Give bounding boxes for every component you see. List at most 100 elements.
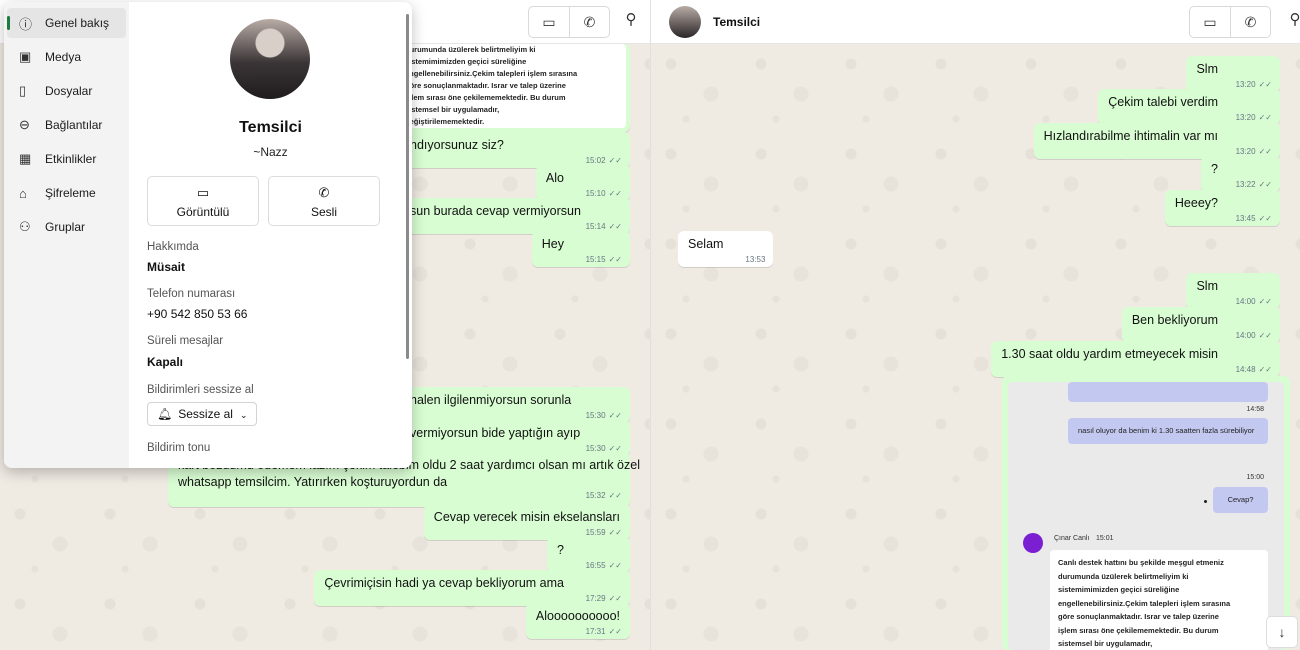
message-bubble[interactable]: sun burada cevap vermiyorsun 15:14 ✓✓ — [400, 198, 630, 234]
agent-line: sistemsel bir uygulamadır, — [1058, 639, 1153, 648]
message-bubble[interactable]: Hızlandırabilme ihtimalin var mı 13:20 ✓✓ — [1033, 123, 1280, 159]
info-icon: ⓘ — [19, 16, 33, 32]
voice-call-button[interactable]: ✆ Sesli — [268, 176, 380, 226]
mute-label: Bildirimleri sessize al — [147, 384, 254, 396]
contact-avatar[interactable] — [669, 6, 701, 38]
message-text: Aloooooooooo! — [535, 609, 620, 623]
video-call-icon[interactable]: ▭ — [529, 7, 569, 37]
bell-icon: 🔔︎ — [157, 407, 173, 421]
double-check-icon: ✓✓ — [1258, 365, 1272, 374]
message-text: Selam — [688, 237, 724, 251]
message-text: Cevap verecek misin ekselansları — [433, 510, 620, 524]
double-check-icon: ✓✓ — [1258, 147, 1272, 156]
nav-item-encryption[interactable]: ⌂ Şifreleme — [7, 178, 126, 208]
agent-time: 15:01 — [1096, 535, 1114, 542]
agent-name: Çınar Canlı — [1054, 535, 1090, 542]
search-icon[interactable]: ⚲ — [1284, 10, 1300, 28]
message-time: 15:10 — [585, 189, 606, 198]
message-bubble[interactable]: halen ilgilenmiyorsun sorunla 15:30 ✓✓ — [400, 387, 630, 423]
message-bubble[interactable]: Ben bekliyorum 14:00 ✓✓ — [1121, 307, 1280, 343]
left-call-buttons: ▭ ✆ — [528, 6, 610, 38]
message-text: Çekim talebi verdim — [1108, 95, 1218, 109]
message-time: 15:14 — [585, 222, 606, 231]
image-message[interactable]: 14:58 nasıl oluyor da benim ki 1.30 saat… — [1002, 376, 1290, 650]
disappearing-label: Süreli mesajlar — [147, 335, 224, 347]
disappearing-value[interactable]: Kapalı — [147, 355, 183, 369]
nav-item-links[interactable]: ⊖ Bağlantılar — [7, 110, 126, 140]
message-text: Ben bekliyorum — [1131, 313, 1218, 327]
image-icon: ▣ — [19, 49, 32, 64]
incoming-message-bubble[interactable]: Selam 13:53 — [678, 231, 774, 267]
message-text: Alo — [545, 171, 564, 185]
double-check-icon: ✓✓ — [1258, 80, 1272, 89]
message-text: Heeey? — [1174, 196, 1218, 210]
message-time: 15:32 — [585, 491, 606, 500]
video-call-icon[interactable]: ▭ — [1190, 7, 1230, 37]
nav-label: Dosyalar — [45, 84, 93, 98]
shot-line: değiştirilememektedir. — [405, 117, 485, 126]
double-check-icon: ✓✓ — [608, 594, 622, 603]
voice-call-icon[interactable]: ✆ — [1230, 7, 1270, 37]
video-icon: ▭ — [196, 185, 210, 200]
message-bubble[interactable]: ? 13:22 ✓✓ — [1201, 156, 1280, 192]
calendar-icon: ▦ — [19, 151, 32, 166]
nav-item-events[interactable]: ▦ Etkinlikler — [7, 144, 126, 174]
nav-item-overview[interactable]: ⓘ Genel bakış — [7, 8, 126, 38]
message-time: 14:00 — [1235, 297, 1256, 306]
message-time: 15:15 — [585, 255, 606, 264]
message-bubble[interactable]: Aloooooooooo! 17:31 ✓✓ — [525, 603, 630, 639]
double-check-icon: ✓✓ — [608, 156, 622, 165]
message-text: Çevrimiçisin hadi ya cevap bekliyorum am… — [324, 576, 564, 590]
bullet-dot — [1204, 500, 1207, 503]
message-time: 14:48 — [1235, 365, 1256, 374]
message-bubble[interactable]: Slm 13:20 ✓✓ — [1186, 56, 1280, 92]
phone-value[interactable]: +90 542 850 53 66 — [147, 307, 247, 321]
nav-item-media[interactable]: ▣ Medya — [7, 42, 126, 72]
video-call-button[interactable]: ▭ Görüntülü — [147, 176, 259, 226]
message-bubble[interactable]: Slm 14:00 ✓✓ — [1186, 273, 1280, 309]
about-label: Hakkımda — [147, 241, 199, 253]
message-bubble[interactable]: Cevap verecek misin ekselansları 15:59 ✓✓ — [423, 504, 630, 540]
message-time: 13:53 — [745, 255, 766, 264]
message-bubble[interactable]: 1.30 saat oldu yardım etmeyecek misin 14:… — [991, 341, 1280, 377]
message-bubble[interactable]: Çekim talebi verdim 13:20 ✓✓ — [1098, 89, 1280, 125]
message-bubble[interactable]: Çevrimiçisin hadi ya cevap bekliyorum am… — [314, 570, 630, 606]
phone-label: Telefon numarası — [147, 288, 236, 300]
double-check-icon: ✓✓ — [608, 561, 622, 570]
mute-button[interactable]: 🔔︎ Sessize al ⌄ — [147, 402, 258, 426]
nav-label: Genel bakış — [45, 16, 110, 30]
double-check-icon: ✓✓ — [608, 411, 622, 420]
message-bubble[interactable]: Alo 15:10 ✓✓ — [535, 165, 630, 201]
contact-name[interactable]: Temsilci — [713, 15, 760, 29]
message-text: Hızlandırabilme ihtimalin var mı — [1043, 129, 1218, 143]
file-icon: ▯ — [19, 83, 27, 98]
panel-scrollbar[interactable] — [406, 14, 409, 359]
scroll-down-button[interactable]: ↓ — [1266, 616, 1298, 648]
message-bubble[interactable]: ? 16:55 ✓✓ — [547, 537, 630, 573]
voice-call-icon[interactable]: ✆ — [569, 7, 609, 37]
message-text: sun burada cevap vermiyorsun — [410, 204, 581, 218]
message-text: ? — [557, 543, 564, 557]
message-bubble[interactable]: Hey 15:15 ✓✓ — [531, 231, 630, 267]
message-text-line2: whatsapp temsilcim. Yatırırken koşturuyo… — [178, 475, 448, 489]
nav-label: Gruplar — [45, 220, 86, 234]
nav-item-groups[interactable]: ⚇ Gruplar — [7, 212, 126, 242]
message-bubble[interactable]: ndıyorsunuz siz? 15:02 ✓✓ — [400, 132, 630, 168]
profile-nickname: ~Nazz — [253, 145, 288, 159]
message-bubble[interactable]: vermiyorsun bide yaptığın ayıp 15:30 ✓✓ — [400, 420, 630, 456]
message-time: 15:30 — [585, 411, 606, 420]
search-icon[interactable]: ⚲ — [620, 10, 642, 28]
nav-label: Şifreleme — [45, 186, 96, 200]
double-check-icon: ✓✓ — [608, 189, 622, 198]
profile-name: Temsilci — [239, 119, 302, 136]
agent-line: Canlı destek hattını bu şekilde meşgul e… — [1058, 558, 1224, 567]
double-check-icon: ✓✓ — [1258, 214, 1272, 223]
message-bubble[interactable]: Heeey? 13:45 ✓✓ — [1164, 190, 1280, 226]
shot-line: göre sonuçlanmaktadır. Israr ve talep üz… — [405, 81, 566, 90]
shot-line: sistemimimizden geçici süreliğine — [405, 57, 527, 66]
image-message[interactable]: durumunda üzülerek belirtmeliyim ki sist… — [395, 44, 630, 132]
arrow-down-icon: ↓ — [1278, 624, 1286, 640]
agent-line: engellenebilirsiniz.Çekim talepleri işle… — [1058, 598, 1231, 608]
profile-photo[interactable] — [230, 19, 310, 99]
nav-item-files[interactable]: ▯ Dosyalar — [7, 76, 126, 106]
